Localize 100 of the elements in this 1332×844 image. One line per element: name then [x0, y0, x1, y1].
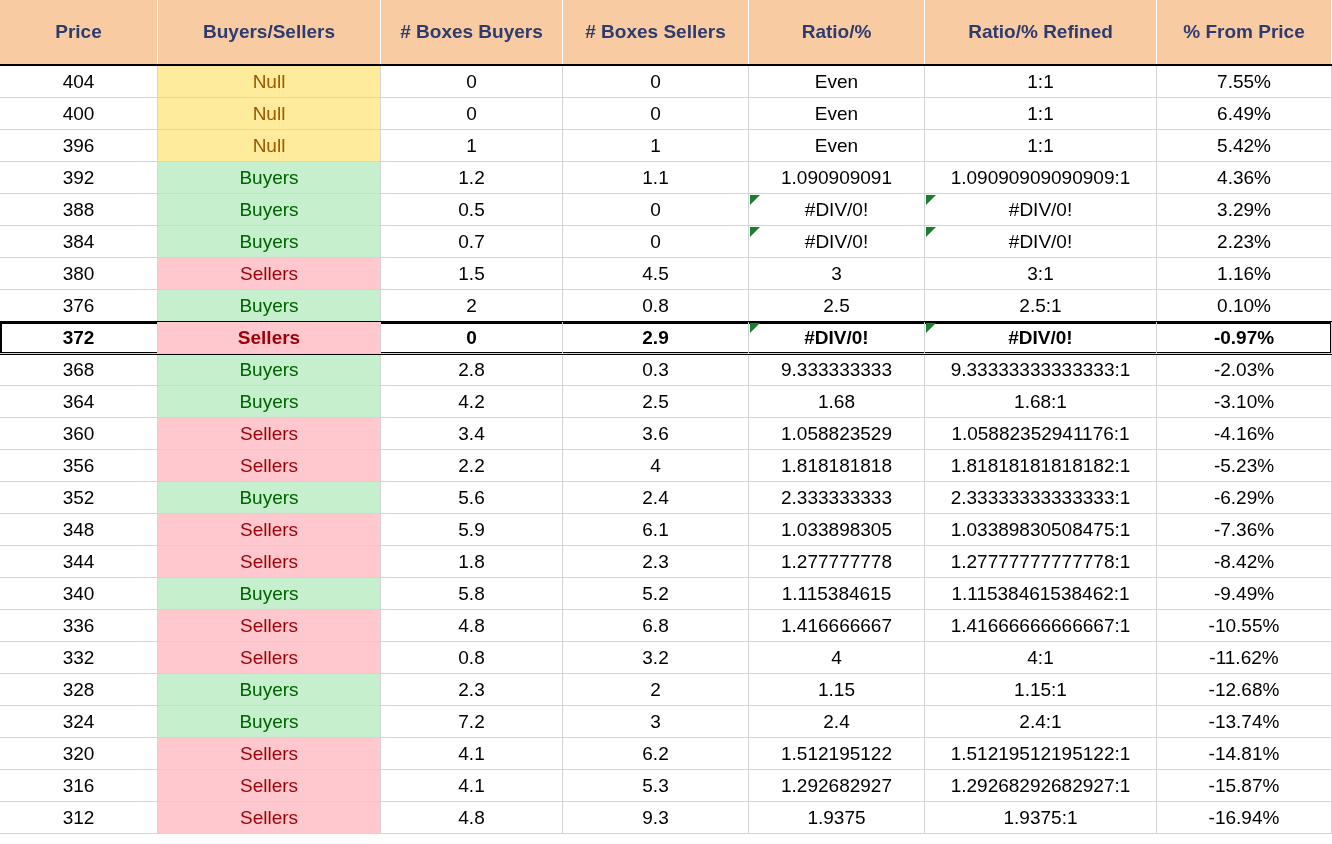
- table-cell: -12.68%: [1157, 674, 1332, 706]
- selected-row[interactable]: 372 Sellers 0 2.9 #DIV/0! #DIV/0! -0.97%: [0, 322, 1332, 354]
- table-row[interactable]: 400 Null 0 0 Even 1:1 6.49%: [0, 98, 1332, 130]
- table-cell: Buyers: [158, 482, 381, 514]
- table-cell: 1.416666667: [749, 610, 925, 642]
- table-cell: 0.7: [381, 226, 563, 258]
- table-cell: 3.6: [563, 418, 749, 450]
- table-row[interactable]: 376 Buyers 2 0.8 2.5 2.5:1 0.10%: [0, 290, 1332, 322]
- table-cell: 2.9: [563, 322, 749, 354]
- table-row[interactable]: 364 Buyers 4.2 2.5 1.68 1.68:1 -3.10%: [0, 386, 1332, 418]
- table-row[interactable]: 356 Sellers 2.2 4 1.818181818 1.81818181818182:1 -5.23%: [0, 450, 1332, 482]
- table-cell: -10.55%: [1157, 610, 1332, 642]
- table-cell: #DIV/0!: [925, 194, 1157, 226]
- table-cell: -4.16%: [1157, 418, 1332, 450]
- table-cell: Null: [158, 98, 381, 130]
- table-cell: Buyers: [158, 706, 381, 738]
- table-cell: Buyers: [158, 354, 381, 386]
- table-row[interactable]: 320 Sellers 4.1 6.2 1.512195122 1.51219512195122:1 -14.81%: [0, 738, 1332, 770]
- table-cell: 4:1: [925, 642, 1157, 674]
- table-cell: Sellers: [158, 514, 381, 546]
- table-cell: 1.115384615: [749, 578, 925, 610]
- table-cell: #DIV/0!: [749, 322, 925, 354]
- column-header: Price: [0, 0, 158, 64]
- table-row[interactable]: 388 Buyers 0.5 0 #DIV/0! #DIV/0! 3.29%: [0, 194, 1332, 226]
- table-cell: 1.68:1: [925, 386, 1157, 418]
- table-cell: 4: [563, 450, 749, 482]
- table-row[interactable]: 332 Sellers 0.8 3.2 4 4:1 -11.62%: [0, 642, 1332, 674]
- table-cell: 1.058823529: [749, 418, 925, 450]
- table-cell: 5.9: [381, 514, 563, 546]
- table-cell: Buyers: [158, 386, 381, 418]
- table-cell: 3: [749, 258, 925, 290]
- table-row[interactable]: 396 Null 1 1 Even 1:1 5.42%: [0, 130, 1332, 162]
- table-cell: 1.29268292682927:1: [925, 770, 1157, 802]
- table-row[interactable]: 404 Null 0 0 Even 1:1 7.55%: [0, 66, 1332, 98]
- table-cell: -16.94%: [1157, 802, 1332, 834]
- table-row[interactable]: 324 Buyers 7.2 3 2.4 2.4:1 -13.74%: [0, 706, 1332, 738]
- table-cell: 1.9375: [749, 802, 925, 834]
- table-cell: 2.3: [381, 674, 563, 706]
- table-cell: 1:1: [925, 130, 1157, 162]
- table-cell: 4.2: [381, 386, 563, 418]
- table-cell: -7.36%: [1157, 514, 1332, 546]
- table-cell: Sellers: [158, 610, 381, 642]
- table-cell: 3:1: [925, 258, 1157, 290]
- table-cell: -3.10%: [1157, 386, 1332, 418]
- table-cell: 3.4: [381, 418, 563, 450]
- table-cell: 4: [749, 642, 925, 674]
- table-cell: 1.033898305: [749, 514, 925, 546]
- table-cell: 2.4:1: [925, 706, 1157, 738]
- table-cell: 6.49%: [1157, 98, 1332, 130]
- table-cell: Sellers: [158, 450, 381, 482]
- table-cell: Buyers: [158, 162, 381, 194]
- table-cell: Sellers: [158, 418, 381, 450]
- table-cell: 4.1: [381, 738, 563, 770]
- table-row[interactable]: 360 Sellers 3.4 3.6 1.058823529 1.05882352941176:1 -4.16%: [0, 418, 1332, 450]
- table-cell: 0.8: [381, 642, 563, 674]
- table-cell: 1.15:1: [925, 674, 1157, 706]
- table-cell: 1:1: [925, 66, 1157, 98]
- table-cell: 1.512195122: [749, 738, 925, 770]
- table-cell: 4.1: [381, 770, 563, 802]
- table-row[interactable]: 344 Sellers 1.8 2.3 1.277777778 1.27777777777778:1 -8.42%: [0, 546, 1332, 578]
- table-cell: Null: [158, 130, 381, 162]
- table-cell: 1:1: [925, 98, 1157, 130]
- table-cell: 0: [563, 226, 749, 258]
- table-cell: 1: [381, 130, 563, 162]
- table-row[interactable]: 348 Sellers 5.9 6.1 1.033898305 1.03389830508475:1 -7.36%: [0, 514, 1332, 546]
- table-cell: Even: [749, 130, 925, 162]
- table-row[interactable]: 336 Sellers 4.8 6.8 1.416666667 1.41666666666667:1 -10.55%: [0, 610, 1332, 642]
- table-cell: 0.3: [563, 354, 749, 386]
- table-cell: 7.55%: [1157, 66, 1332, 98]
- table-row[interactable]: 380 Sellers 1.5 4.5 3 3:1 1.16%: [0, 258, 1332, 290]
- table-cell: 1.16%: [1157, 258, 1332, 290]
- table-cell: -14.81%: [1157, 738, 1332, 770]
- table-cell: 2.5: [749, 290, 925, 322]
- table-cell: 0.8: [563, 290, 749, 322]
- table-cell: 6.8: [563, 610, 749, 642]
- table-row[interactable]: 316 Sellers 4.1 5.3 1.292682927 1.29268292682927:1 -15.87%: [0, 770, 1332, 802]
- table-row[interactable]: 328 Buyers 2.3 2 1.15 1.15:1 -12.68%: [0, 674, 1332, 706]
- column-header: Ratio/% Refined: [925, 0, 1157, 64]
- column-header: # Boxes Buyers: [381, 0, 563, 64]
- table-cell: Buyers: [158, 290, 381, 322]
- table-cell: Null: [158, 66, 381, 98]
- table-cell: 1.2: [381, 162, 563, 194]
- table-cell: 0: [563, 98, 749, 130]
- table-cell: 2.5:1: [925, 290, 1157, 322]
- table-cell: 1.27777777777778:1: [925, 546, 1157, 578]
- table-cell: 0: [381, 98, 563, 130]
- table-cell: 1.68: [749, 386, 925, 418]
- table-cell: 2.5: [563, 386, 749, 418]
- table-row[interactable]: 312 Sellers 4.8 9.3 1.9375 1.9375:1 -16.94%: [0, 802, 1332, 834]
- table-cell: -15.87%: [1157, 770, 1332, 802]
- table-cell: Sellers: [158, 322, 381, 354]
- table-cell: -6.29%: [1157, 482, 1332, 514]
- table-row[interactable]: 340 Buyers 5.8 5.2 1.115384615 1.11538461538462:1 -9.49%: [0, 578, 1332, 610]
- table-row[interactable]: 384 Buyers 0.7 0 #DIV/0! #DIV/0! 2.23%: [0, 226, 1332, 258]
- table-row[interactable]: 368 Buyers 2.8 0.3 9.333333333 9.33333333333333:1 -2.03%: [0, 354, 1332, 386]
- table-cell: 1: [563, 130, 749, 162]
- table-row[interactable]: 392 Buyers 1.2 1.1 1.090909091 1.09090909090909:1 4.36%: [0, 162, 1332, 194]
- column-header: Buyers/Sellers: [158, 0, 381, 64]
- table-row[interactable]: 352 Buyers 5.6 2.4 2.333333333 2.33333333333333:1 -6.29%: [0, 482, 1332, 514]
- table-cell: 6.2: [563, 738, 749, 770]
